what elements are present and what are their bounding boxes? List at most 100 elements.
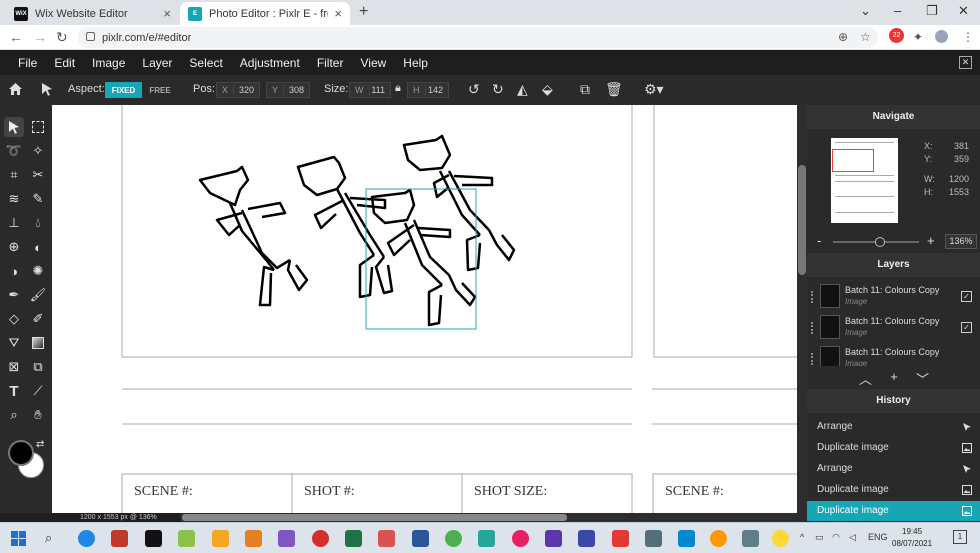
zoom-tool-button[interactable]: ⌕ — [4, 405, 24, 425]
history-item-active[interactable]: Duplicate image — [807, 501, 980, 521]
app-icon[interactable] — [378, 530, 395, 547]
history-item[interactable]: Duplicate image — [807, 480, 980, 500]
layer-down-icon[interactable]: ﹀ — [916, 369, 929, 388]
rotate-left-icon[interactable]: ↺ — [468, 81, 480, 98]
lock-ratio-icon[interactable]: 🔒︎ — [395, 82, 401, 95]
aspect-fixed-button[interactable]: FIXED — [105, 82, 142, 98]
zoom-in-icon[interactable]: + — [927, 233, 935, 248]
sun-tool-button[interactable]: ✺ — [28, 261, 48, 281]
app-icon[interactable] — [678, 530, 695, 547]
tab-search-icon[interactable]: ⌄ — [860, 3, 871, 19]
heal-tool-button[interactable]: ✎ — [28, 189, 48, 209]
marquee-tool-button[interactable] — [28, 117, 48, 137]
history-header[interactable]: History — [807, 389, 980, 413]
browser-menu-icon[interactable]: ⋮ — [962, 30, 974, 44]
app-icon[interactable] — [178, 530, 195, 547]
color-replace-tool-button[interactable]: ◑ — [4, 261, 24, 281]
history-item[interactable]: Arrange — [807, 459, 980, 479]
menu-help[interactable]: Help — [403, 56, 428, 70]
app-icon[interactable] — [710, 530, 727, 547]
menu-layer[interactable]: Layer — [142, 56, 172, 70]
menu-select[interactable]: Select — [189, 56, 222, 70]
close-editor-icon[interactable]: ✕ — [959, 56, 972, 69]
history-item[interactable]: Arrange — [807, 417, 980, 437]
bookmark-star-icon[interactable]: ☆ — [860, 30, 871, 44]
app-icon[interactable] — [772, 530, 789, 547]
notifications-icon[interactable]: 1 — [953, 530, 967, 544]
pen-tool-button[interactable]: ✒ — [4, 285, 24, 305]
app-icon[interactable] — [245, 530, 262, 547]
foreground-color-swatch[interactable] — [8, 440, 34, 466]
arrange-tool-button[interactable] — [4, 117, 24, 137]
menu-edit[interactable]: Edit — [54, 56, 75, 70]
eraser-tool-button[interactable]: ◇ — [4, 309, 24, 329]
app-icon[interactable] — [478, 530, 495, 547]
navigate-header[interactable]: Navigate — [807, 105, 980, 129]
vertical-scroll-thumb[interactable] — [798, 165, 806, 275]
tab-pixlr-editor[interactable]: E Photo Editor : Pixlr E - free image × — [180, 2, 350, 25]
shape-tool-button[interactable]: ⧉ — [28, 357, 48, 377]
size-height-field[interactable]: H 142 — [407, 82, 449, 98]
edge-icon[interactable] — [78, 530, 95, 547]
close-window-button[interactable]: ✕ — [958, 3, 969, 19]
tab-wix-editor[interactable]: WiX Wix Website Editor × — [6, 2, 179, 25]
app-icon[interactable] — [512, 530, 529, 547]
history-item[interactable]: Duplicate image — [807, 438, 980, 458]
drag-handle-icon[interactable] — [811, 291, 814, 303]
battery-icon[interactable]: ▭ — [815, 532, 824, 543]
horizontal-scroll-thumb[interactable] — [182, 514, 567, 521]
search-icon[interactable]: ⌕ — [45, 530, 62, 547]
add-layer-icon[interactable]: + — [890, 369, 898, 388]
canvas-area[interactable]: SCENE #: SHOT #: SHOT SIZE: SCENE #: — [52, 105, 797, 513]
navigator-viewport[interactable] — [832, 149, 874, 172]
settings-gear-icon[interactable]: ⚙▾ — [644, 81, 664, 98]
extensions-puzzle-icon[interactable]: ✦ — [913, 30, 923, 44]
gradient-tool-button[interactable] — [28, 333, 48, 353]
aspect-free-button[interactable]: FREE — [145, 82, 175, 98]
close-tab-icon[interactable]: × — [334, 6, 342, 21]
layer-visibility-checkbox[interactable]: ✓ — [961, 322, 972, 333]
layer-visibility-checkbox[interactable]: ✓ — [961, 291, 972, 302]
liquify-tool-button[interactable]: ≋ — [4, 189, 24, 209]
chrome-icon[interactable] — [445, 530, 462, 547]
restore-button[interactable]: ❐ — [926, 3, 938, 19]
forward-button[interactable]: → — [33, 29, 47, 45]
dodge-tool-button[interactable]: ◐ — [28, 237, 48, 257]
app-icon[interactable] — [545, 530, 562, 547]
minimize-button[interactable]: – — [894, 3, 901, 18]
menu-filter[interactable]: Filter — [317, 56, 344, 70]
zoom-icon[interactable]: ⊕ — [838, 30, 848, 44]
app-icon[interactable] — [312, 530, 329, 547]
close-tab-icon[interactable]: × — [163, 6, 171, 21]
windows-start-icon[interactable] — [10, 530, 27, 547]
app-icon[interactable] — [612, 530, 629, 547]
new-tab-button[interactable]: + — [359, 3, 368, 21]
navigator-thumbnail[interactable] — [831, 138, 898, 223]
delete-icon[interactable]: 🗑︎ — [605, 81, 623, 98]
rotate-right-icon[interactable]: ↻ — [492, 81, 504, 98]
back-button[interactable]: ← — [9, 29, 23, 45]
app-icon[interactable] — [645, 530, 662, 547]
fill-brush-tool-button[interactable]: ✐ — [28, 309, 48, 329]
vertical-scrollbar[interactable] — [797, 105, 807, 513]
brush-tool-button[interactable]: 🖌︎ — [28, 285, 48, 305]
hand-tool-button[interactable]: ✋︎ — [28, 405, 48, 425]
extension-badge-icon[interactable]: 22 — [889, 28, 904, 43]
color-picker-tool-button[interactable]: ⟋ — [28, 381, 48, 401]
menu-file[interactable]: File — [18, 56, 37, 70]
cutout-tool-button[interactable]: ✂ — [28, 165, 48, 185]
menu-view[interactable]: View — [360, 56, 386, 70]
app-icon[interactable] — [278, 530, 295, 547]
size-width-field[interactable]: W 111 — [349, 82, 391, 98]
tray-chevron-icon[interactable]: ^ — [800, 532, 804, 542]
clock[interactable]: 19:45 08/07/2021 — [892, 526, 932, 550]
text-tool-button[interactable]: T — [4, 381, 24, 401]
crop-tool-button[interactable]: ⌗ — [4, 165, 24, 185]
app-icon[interactable] — [111, 530, 128, 547]
swap-colors-icon[interactable]: ⇄ — [36, 439, 44, 450]
position-x-field[interactable]: X 320 — [216, 82, 260, 98]
home-icon[interactable] — [8, 82, 23, 96]
layer-up-icon[interactable]: ︿ — [859, 369, 872, 388]
wand-tool-button[interactable]: ✧ — [28, 141, 48, 161]
drag-handle-icon[interactable] — [811, 353, 814, 365]
